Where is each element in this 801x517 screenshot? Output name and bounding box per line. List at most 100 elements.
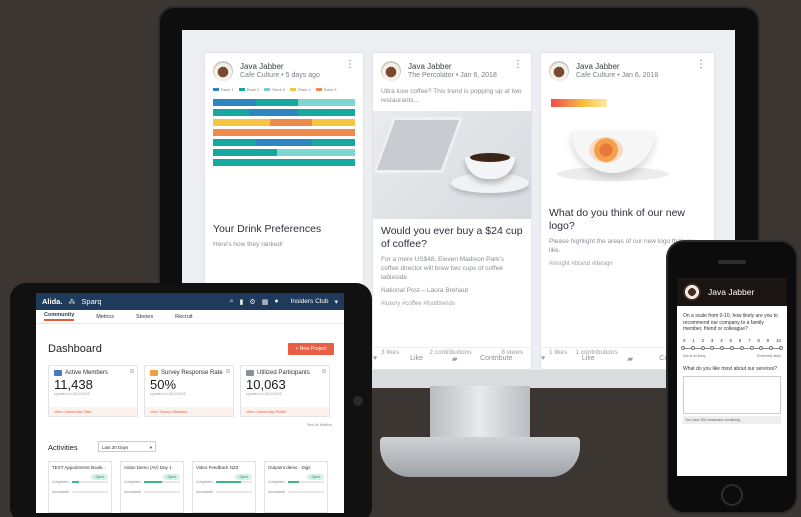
user-icon[interactable]: ● (274, 298, 278, 305)
kpi-updated: updated on 16/11/2020 (54, 392, 90, 396)
logo-cup-shape (571, 131, 655, 173)
participants-icon (246, 370, 254, 376)
scale-number: 4 (720, 337, 723, 343)
tab-navigation: Community Metrics Stories Recruit (36, 310, 344, 324)
status-badge: Open (307, 474, 324, 480)
card-title[interactable]: What do you think of our new logo? (541, 201, 714, 233)
scale-number: 9 (766, 337, 770, 343)
scale-point[interactable] (759, 345, 764, 350)
kpi-link[interactable]: View Community Data (49, 407, 137, 416)
activity-name: Outpoint demo · Digs (268, 465, 311, 470)
card-tags[interactable]: #luxury #coffee #foodtrends (373, 295, 531, 307)
scale-point[interactable] (720, 345, 725, 350)
progress-fill (143, 481, 162, 483)
chart-bar (213, 139, 355, 146)
monitor-base (380, 437, 580, 477)
card-title[interactable]: Would you ever buy a $24 cup of coffee? (373, 219, 531, 251)
card-actions: ♥Like ▰Contribute (373, 347, 531, 369)
activity-card[interactable]: Outpoint demo · Digs Open Completes Inco… (264, 461, 328, 513)
scale-point[interactable] (700, 345, 705, 350)
more-options-icon[interactable]: ⋮ (696, 60, 706, 70)
card-header: Java Jabber Cafe Culture • Jan 6, 2018 ⋮ (541, 53, 714, 87)
rating-ends: Not at all likely Extremely likely (677, 351, 787, 358)
card-author: Java Jabber (408, 62, 452, 71)
kpi-card-active-members[interactable]: Active Members 11,438 updated on 16/11/2… (48, 365, 138, 417)
scale-point[interactable] (710, 345, 715, 350)
card-meta: Cafe Culture • Jan 6, 2018 (576, 72, 659, 79)
app-switcher-icon[interactable]: ⁂ (68, 298, 75, 306)
scale-point[interactable] (681, 345, 685, 350)
scale-number: 0 (683, 337, 686, 343)
comment-icon: ▰ (452, 355, 458, 363)
kpi-value: 11,438 (54, 377, 93, 392)
scale-point[interactable] (769, 345, 774, 350)
chart-bar (213, 149, 355, 156)
activity-card[interactable]: TEST Appointment Booki... Open Completes… (48, 461, 112, 513)
scale-point[interactable] (690, 345, 695, 350)
contribute-button[interactable]: ▰Contribute (452, 348, 531, 369)
tab-stories[interactable]: Stories (136, 314, 153, 320)
tablet-screen: Alida. ⁂ Sparq ⌕ ▮ ⚙ ▦ ● Insiders Club ▾… (36, 293, 344, 513)
rating-slider[interactable] (681, 345, 783, 351)
scale-number: 6 (738, 337, 742, 343)
activity-card[interactable]: Video Feedback NZZ Open Completes Incomp… (192, 461, 256, 513)
scale-number: 7 (748, 337, 751, 343)
top-bar: Alida. ⁂ Sparq ⌕ ▮ ⚙ ▦ ● Insiders Club ▾ (36, 293, 344, 310)
kpi-card-utilized-participants[interactable]: Utilized Participants 10,063 updated on … (240, 365, 330, 417)
notification-icon[interactable]: ▮ (240, 298, 244, 306)
scale-point[interactable] (730, 345, 734, 350)
kpi-value: 10,063 (246, 377, 286, 392)
tab-recruit[interactable]: Recruit (175, 314, 192, 320)
comment-icon: ▰ (627, 355, 633, 363)
card-title[interactable]: Your Drink Preferences (205, 223, 363, 236)
more-options-icon[interactable]: ⋮ (345, 60, 355, 70)
scale-number: 3 (710, 337, 714, 343)
feed-card-coffee-article[interactable]: Java Jabber The Percolator • Jan 6, 2018 … (372, 52, 532, 370)
chart-bar (213, 109, 355, 116)
more-options-icon[interactable]: ⋮ (513, 60, 523, 70)
like-button[interactable]: ♥ Like (541, 348, 628, 369)
card-subtitle: For a mere US$48, Eleven Madison Park's … (381, 256, 504, 281)
kpi-label: Survey Response Rate (161, 370, 223, 376)
monitor-stand (430, 386, 530, 438)
kpi-link[interactable]: View Community Profile (241, 407, 329, 416)
phone-device: Java Jabber On a scale from 0-10, how li… (668, 242, 796, 512)
scale-point[interactable] (739, 345, 744, 350)
answer-textarea[interactable] (683, 376, 781, 414)
character-counter: You have 300 characters remaining (683, 416, 781, 424)
activity-card[interactable]: Aidan Demo (AV) Day 1 Open Completes Inc… (120, 461, 184, 513)
chevron-down-icon[interactable]: ▾ (334, 298, 338, 306)
scale-number: 10 (775, 337, 781, 343)
like-button[interactable]: ♥ Like (373, 348, 452, 369)
kpi-link[interactable]: View Survey Statistics (145, 407, 233, 416)
brand-logo[interactable]: Alida. (42, 297, 62, 306)
new-project-button[interactable]: + New Project (288, 343, 334, 355)
legend-item: Rank 3 (264, 87, 285, 92)
kpi-card-survey-response[interactable]: Survey Response Rate 50% updated on 16/1… (144, 365, 234, 417)
logo-heatmap-image[interactable] (541, 93, 714, 201)
see-all-metrics-link[interactable]: See All Metrics (307, 423, 332, 427)
grid-icon[interactable]: ▦ (262, 298, 269, 306)
scale-point[interactable] (749, 345, 754, 350)
chart-bar (213, 99, 355, 106)
tab-metrics[interactable]: Metrics (96, 314, 114, 320)
card-source[interactable]: National Post – Laura Brehaut (373, 282, 531, 295)
card-header: Java Jabber Cafe Culture • 5 days ago ⋮ (205, 53, 363, 87)
chart-bar (213, 119, 355, 126)
search-icon[interactable]: ⌕ (230, 298, 234, 306)
gear-icon[interactable]: ⚙ (249, 298, 255, 306)
date-range-select[interactable]: Last 30 Days ▾ (98, 441, 156, 452)
community-selector[interactable]: Insiders Club (291, 298, 329, 305)
page-title: Dashboard (48, 343, 102, 355)
card-author: Java Jabber (576, 62, 620, 71)
tab-community[interactable]: Community (44, 312, 75, 321)
kpi-value: 50% (150, 377, 177, 392)
status-badge: Open (91, 474, 108, 480)
legend-item: Rank 2 (238, 87, 259, 92)
phone-speaker (718, 260, 746, 264)
scale-point[interactable] (779, 345, 783, 350)
phone-home-button[interactable] (721, 484, 743, 506)
card-meta: The Percolator • Jan 6, 2018 (408, 72, 497, 79)
card-subtitle: Here's how they ranked! (213, 241, 283, 248)
scale-number: 2 (701, 337, 705, 343)
